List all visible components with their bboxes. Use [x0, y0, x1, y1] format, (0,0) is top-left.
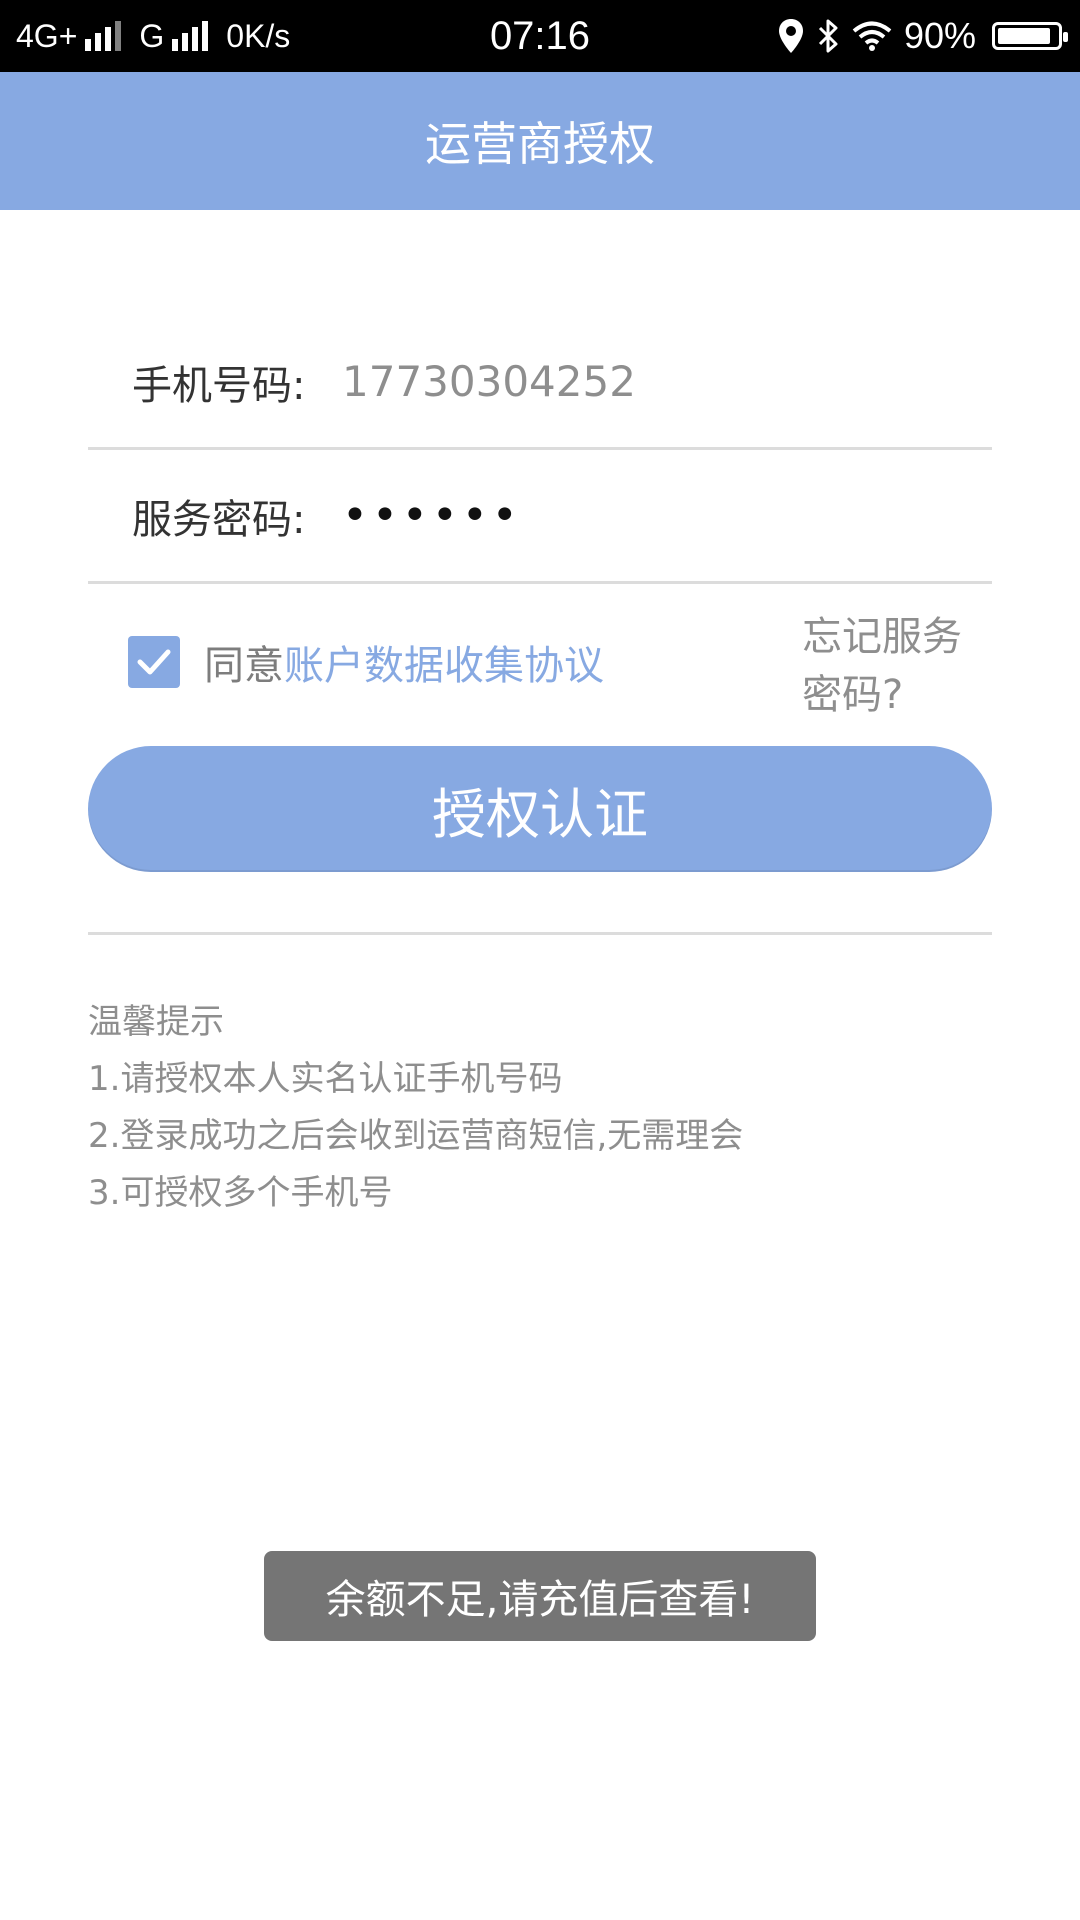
battery-icon — [992, 22, 1068, 50]
signal-strength-icon — [85, 21, 122, 51]
tip-item: 3.可授权多个手机号 — [88, 1173, 393, 1213]
checkmark-icon — [137, 649, 171, 675]
battery-percent: 90% — [903, 15, 976, 56]
agreement-link[interactable]: 账户数据收集协议 — [284, 633, 604, 691]
phone-row: 手机号码: 17730304252 — [88, 316, 992, 450]
tips-section: 温馨提示 1.请授权本人实名认证手机号码 2.登录成功之后会收到运营商短信,无需… — [88, 994, 992, 1222]
forgot-password-link[interactable]: 忘记服务密码? — [802, 614, 988, 718]
location-icon — [778, 19, 803, 53]
app-header: 运营商授权 — [0, 72, 1080, 210]
divider — [88, 932, 992, 935]
toast-text: 余额不足,请充值后查看! — [325, 1577, 755, 1623]
password-label: 服务密码: — [132, 496, 306, 543]
tips-title: 温馨提示 — [88, 1002, 224, 1042]
password-row: 服务密码: •••••• — [88, 450, 992, 584]
signal-strength-secondary-icon — [172, 21, 209, 51]
tip-item: 1.请授权本人实名认证手机号码 — [88, 1059, 563, 1099]
status-bar-right: 90% — [778, 0, 1068, 72]
status-bar: 4G+ G 0K/s 07:16 90% — [0, 0, 1080, 72]
wifi-icon — [852, 21, 892, 51]
phone-label: 手机号码: — [132, 362, 306, 409]
agreement-row: 同意 账户数据收集协议 忘记服务密码? — [128, 614, 988, 718]
network-speed: 0K/s — [226, 17, 291, 54]
agreement-prefix: 同意 — [204, 643, 284, 689]
authorize-button[interactable]: 授权认证 — [88, 746, 992, 872]
phone-input[interactable]: 17730304252 — [342, 357, 636, 406]
password-input[interactable]: •••••• — [342, 490, 522, 541]
battery-fill — [998, 28, 1050, 44]
tip-item: 2.登录成功之后会收到运营商短信,无需理会 — [88, 1116, 744, 1156]
network-type-secondary: G — [139, 17, 165, 54]
toast-message: 余额不足,请充值后查看! — [264, 1551, 816, 1641]
status-bar-left: 4G+ G 0K/s — [16, 0, 290, 72]
page-title: 运营商授权 — [425, 117, 655, 171]
clock: 07:16 — [489, 13, 591, 58]
agree-checkbox[interactable] — [128, 636, 180, 688]
network-type-primary: 4G+ — [16, 17, 78, 54]
bluetooth-icon — [818, 19, 838, 53]
authorize-button-label: 授权认证 — [432, 782, 648, 846]
